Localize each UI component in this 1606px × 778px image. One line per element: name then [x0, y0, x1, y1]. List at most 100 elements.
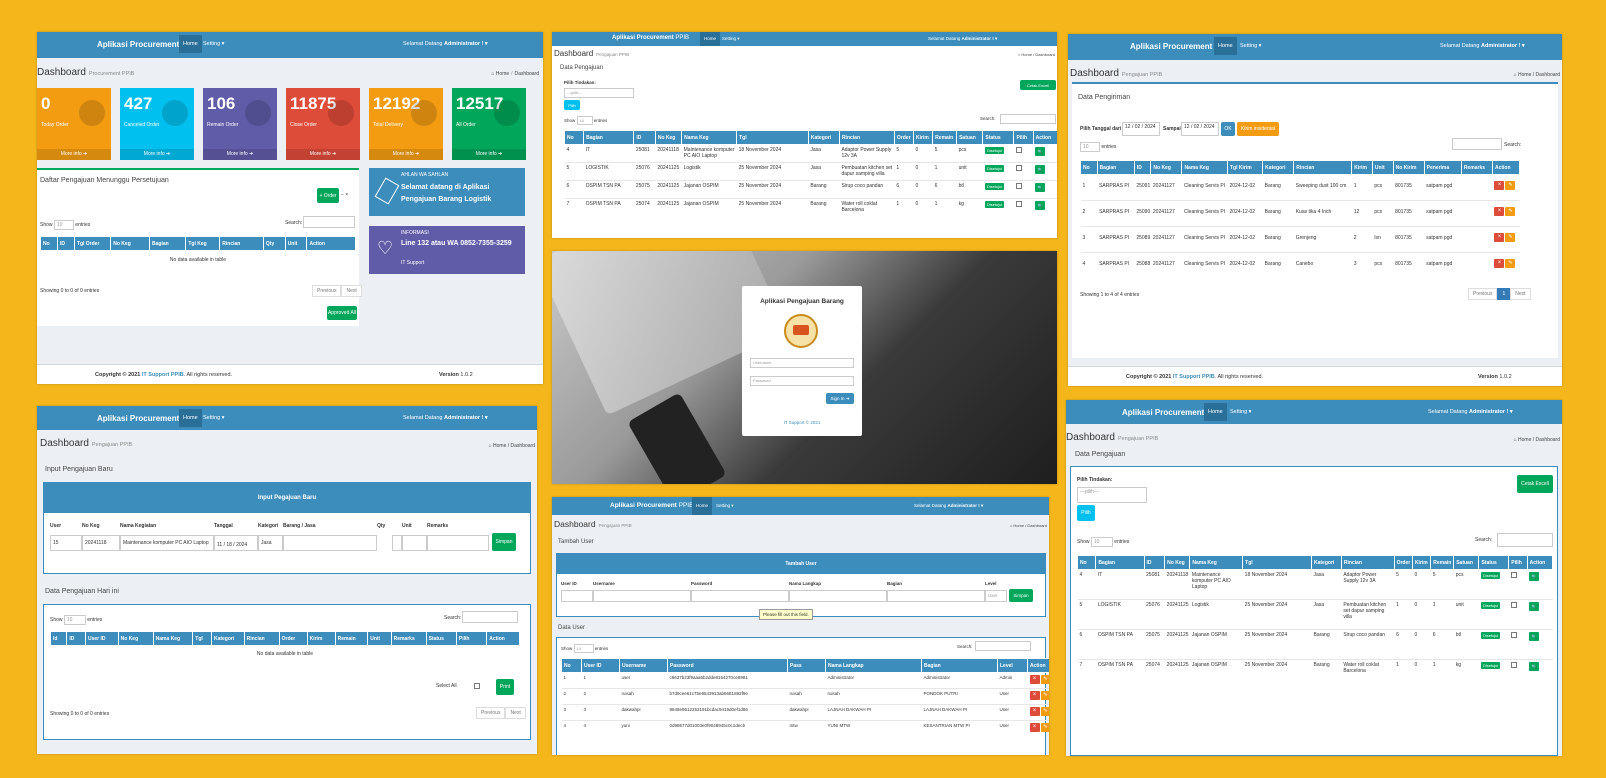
column-header[interactable]: Rincian — [838, 130, 895, 145]
column-header[interactable]: Tgl Order — [73, 236, 112, 251]
column-header[interactable]: Tgl — [192, 631, 212, 646]
login-footer[interactable]: IT Support © 2021 — [742, 420, 862, 425]
column-header[interactable]: Level — [997, 658, 1028, 673]
edit-icon[interactable]: ✎ — [1505, 259, 1516, 268]
column-header[interactable]: Bagian — [921, 658, 998, 673]
view-button-icon[interactable]: 🔍 — [1035, 147, 1046, 156]
brand[interactable]: Aplikasi Procurement PPIB — [612, 35, 689, 41]
it-support-link[interactable]: IT Support PPIB — [142, 372, 184, 378]
column-header[interactable]: Nama Keg — [1181, 160, 1228, 175]
nav-home[interactable]: Home — [1204, 403, 1227, 421]
prev-button[interactable]: Previous — [476, 707, 506, 719]
delete-icon[interactable]: × — [1029, 723, 1040, 732]
length-select[interactable]: 10 — [53, 220, 74, 230]
nama-kegiatan-field[interactable]: Maintenance komputer PC AIO Laptop — [120, 535, 214, 551]
delete-icon[interactable]: × — [1494, 207, 1505, 216]
pilih-checkbox[interactable] — [1015, 201, 1022, 207]
nav-setting[interactable]: Setting ▾ — [718, 32, 744, 46]
length-select[interactable]: 10 — [576, 116, 593, 125]
nokeg-field[interactable]: 20241118 — [82, 535, 120, 551]
column-header[interactable]: ID — [633, 130, 656, 145]
next-button[interactable]: Next — [341, 285, 362, 297]
column-header[interactable]: Bagian — [583, 130, 635, 145]
column-header[interactable]: Kategori — [807, 130, 840, 145]
view-button-icon[interactable]: 🔍 — [1035, 165, 1046, 174]
column-header[interactable]: No Keg — [110, 236, 151, 251]
column-header[interactable]: Nama Keg — [152, 631, 194, 646]
column-header[interactable]: No Keg — [117, 631, 154, 646]
level-select[interactable]: User — [985, 590, 1007, 602]
welcome[interactable]: Selamat Datang Administrator ! ▾ — [403, 415, 488, 421]
view-button-icon[interactable]: 🔍 — [1035, 201, 1046, 210]
column-header[interactable]: Status — [982, 130, 1015, 145]
column-header[interactable]: Status — [1478, 555, 1510, 570]
column-header[interactable]: Order — [893, 130, 915, 145]
length-select[interactable]: 10 — [1090, 537, 1113, 547]
search-input[interactable] — [1452, 138, 1502, 150]
more-info-link[interactable]: More info ➜ — [369, 149, 443, 160]
nav-home[interactable]: Home — [700, 32, 721, 46]
column-header[interactable]: Remain — [932, 130, 958, 145]
column-header[interactable]: Kategori — [210, 631, 245, 646]
view-button-icon[interactable]: 🔍 — [1529, 602, 1540, 611]
pilih-select[interactable]: ---pilih--- — [564, 88, 634, 98]
column-header[interactable]: Satuan — [956, 130, 984, 145]
column-header[interactable]: No — [40, 236, 58, 251]
column-header[interactable]: ID — [1133, 160, 1152, 175]
view-button-icon[interactable]: 🔍 — [1529, 572, 1540, 581]
column-header[interactable]: Username — [619, 658, 668, 673]
column-header[interactable]: Rincian — [243, 631, 280, 646]
edit-icon[interactable]: ✎ — [1040, 723, 1049, 732]
nav-setting[interactable]: Setting ▾ — [1236, 37, 1265, 55]
column-header[interactable]: Action — [1027, 658, 1049, 673]
column-header[interactable]: User ID — [84, 631, 119, 646]
edit-icon[interactable]: ✎ — [1505, 207, 1516, 216]
next-button[interactable]: Next — [505, 707, 526, 719]
column-header[interactable]: No Keg — [654, 130, 683, 145]
delete-icon[interactable]: × — [1494, 233, 1505, 242]
search-input[interactable] — [975, 641, 1031, 651]
nama-langkap-field[interactable] — [789, 590, 887, 602]
nav-setting[interactable]: Setting ▾ — [199, 409, 228, 427]
column-header[interactable]: Tgl Keg — [185, 236, 221, 251]
cetak-button[interactable]: Cetak Excell — [1020, 80, 1056, 90]
simpan-button[interactable]: Simpan — [1009, 589, 1033, 602]
username-input[interactable]: Username — [750, 358, 854, 368]
password-input[interactable]: Password — [750, 376, 854, 386]
column-header[interactable]: Unit — [367, 631, 392, 646]
delete-icon[interactable]: × — [1029, 707, 1040, 716]
ok-button[interactable]: OK — [1221, 122, 1235, 136]
delete-icon[interactable]: × — [1494, 259, 1505, 268]
breadcrumb-home[interactable]: Home — [496, 71, 509, 77]
approve-all-button[interactable]: Approved All — [327, 306, 357, 320]
more-info-link[interactable]: More info ➜ — [37, 149, 111, 160]
date-from-input[interactable]: 12 / 02 / 2024 — [1122, 122, 1160, 136]
more-info-link[interactable]: More info ➜ — [120, 149, 194, 160]
search-input[interactable] — [1497, 533, 1553, 547]
welcome[interactable]: Selamat Datang Administrator ! ▾ — [928, 36, 997, 42]
column-header[interactable]: Action — [1526, 555, 1554, 570]
column-header[interactable]: Tgl — [736, 130, 809, 145]
column-header[interactable]: Tgl — [1242, 555, 1312, 570]
column-header[interactable]: Remain — [334, 631, 369, 646]
column-header[interactable]: No Kirim — [1392, 160, 1425, 175]
edit-icon[interactable]: ✎ — [1505, 181, 1516, 190]
nav-setting[interactable]: Setting ▾ — [712, 497, 738, 515]
column-header[interactable]: Rincian — [1340, 555, 1395, 570]
column-header[interactable]: Order — [278, 631, 308, 646]
column-header[interactable]: Unit — [284, 236, 308, 251]
column-header[interactable]: ID — [1143, 555, 1166, 570]
column-header[interactable]: Password — [667, 658, 788, 673]
sign-in-button[interactable]: Sign In ➔ — [826, 393, 854, 404]
column-header[interactable]: Kirim — [913, 130, 934, 145]
column-header[interactable]: Action — [306, 236, 356, 251]
column-header[interactable]: Bagian — [1095, 555, 1145, 570]
column-header[interactable]: No — [561, 658, 582, 673]
tanggal-field[interactable]: 11 / 18 / 2024 — [214, 535, 258, 551]
column-header[interactable]: Id — [49, 631, 68, 646]
page-1[interactable]: 1 — [1497, 288, 1511, 300]
nav-setting[interactable]: Setting ▾ — [1226, 403, 1255, 421]
column-header[interactable]: Tgl Kirim — [1226, 160, 1264, 175]
username-field[interactable] — [593, 590, 691, 602]
pilih-select[interactable]: ---pilih--- — [1077, 487, 1147, 503]
